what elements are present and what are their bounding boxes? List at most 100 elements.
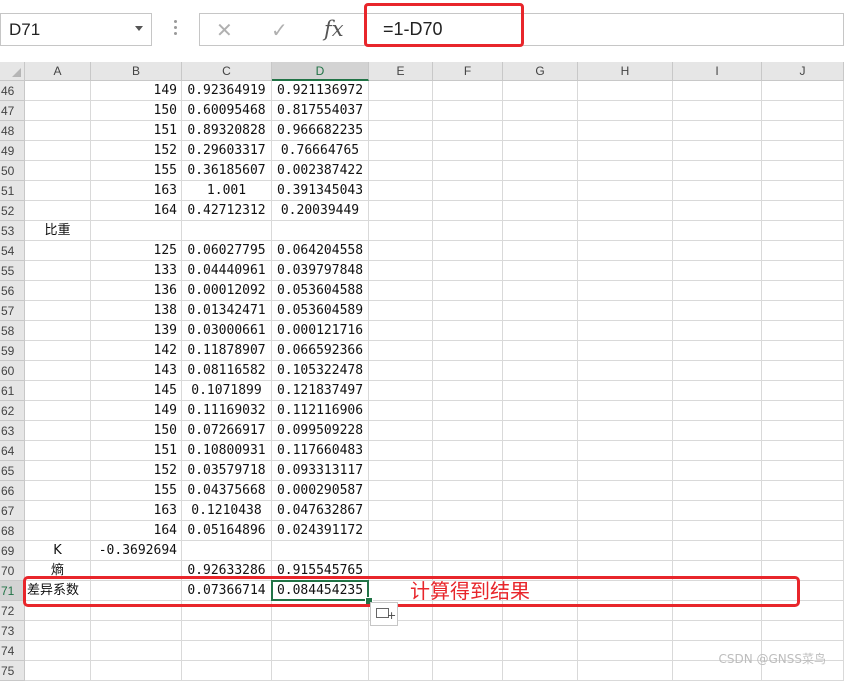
cell-d49[interactable]: 0.76664765	[272, 141, 369, 161]
column-header-g[interactable]: G	[503, 62, 578, 81]
cell-empty[interactable]	[433, 181, 503, 201]
cell-d61[interactable]: 0.121837497	[272, 381, 369, 401]
cell-b49[interactable]: 152	[91, 141, 182, 161]
row-header[interactable]: 70	[0, 561, 25, 581]
cell-empty[interactable]	[369, 121, 433, 141]
cell-empty[interactable]	[503, 401, 578, 421]
row-header[interactable]: 68	[0, 521, 25, 541]
cell-empty[interactable]	[673, 121, 762, 141]
row-header[interactable]: 75	[0, 661, 25, 681]
row-header[interactable]: 61	[0, 381, 25, 401]
cell-empty[interactable]	[503, 361, 578, 381]
cell-c53[interactable]	[182, 221, 272, 241]
cell-d50[interactable]: 0.002387422	[272, 161, 369, 181]
cell-c75[interactable]	[182, 661, 272, 681]
cell-empty[interactable]	[673, 181, 762, 201]
cell-empty[interactable]	[369, 461, 433, 481]
cell-c52[interactable]: 0.42712312	[182, 201, 272, 221]
cell-empty[interactable]	[503, 661, 578, 681]
cell-d66[interactable]: 0.000290587	[272, 481, 369, 501]
cell-a54[interactable]	[25, 241, 91, 261]
cell-b67[interactable]: 163	[91, 501, 182, 521]
cell-empty[interactable]	[673, 301, 762, 321]
cell-empty[interactable]	[762, 81, 844, 101]
cell-b73[interactable]	[91, 621, 182, 641]
cell-empty[interactable]	[673, 261, 762, 281]
cell-empty[interactable]	[578, 381, 673, 401]
cell-empty[interactable]	[762, 221, 844, 241]
row-header[interactable]: 67	[0, 501, 25, 521]
cell-b52[interactable]: 164	[91, 201, 182, 221]
cell-b53[interactable]	[91, 221, 182, 241]
cell-b58[interactable]: 139	[91, 321, 182, 341]
row-header[interactable]: 64	[0, 441, 25, 461]
cell-empty[interactable]	[369, 221, 433, 241]
cell-d75[interactable]	[272, 661, 369, 681]
cell-empty[interactable]	[369, 101, 433, 121]
insert-function-icon[interactable]: fx	[324, 17, 344, 41]
cell-a64[interactable]	[25, 441, 91, 461]
cell-d59[interactable]: 0.066592366	[272, 341, 369, 361]
cell-empty[interactable]	[433, 661, 503, 681]
row-header[interactable]: 56	[0, 281, 25, 301]
cell-c69[interactable]	[182, 541, 272, 561]
cell-empty[interactable]	[433, 241, 503, 261]
row-header[interactable]: 71	[0, 581, 25, 601]
cell-a48[interactable]	[25, 121, 91, 141]
cell-empty[interactable]	[503, 161, 578, 181]
cell-d65[interactable]: 0.093313117	[272, 461, 369, 481]
cell-b61[interactable]: 145	[91, 381, 182, 401]
cell-b65[interactable]: 152	[91, 461, 182, 481]
cell-b60[interactable]: 143	[91, 361, 182, 381]
row-header[interactable]: 65	[0, 461, 25, 481]
cell-empty[interactable]	[433, 381, 503, 401]
cell-a65[interactable]	[25, 461, 91, 481]
cell-empty[interactable]	[369, 641, 433, 661]
cell-empty[interactable]	[578, 501, 673, 521]
cell-empty[interactable]	[762, 541, 844, 561]
row-header[interactable]: 62	[0, 401, 25, 421]
cell-empty[interactable]	[369, 481, 433, 501]
cell-a63[interactable]	[25, 421, 91, 441]
cell-empty[interactable]	[369, 661, 433, 681]
cell-d64[interactable]: 0.117660483	[272, 441, 369, 461]
cell-b75[interactable]	[91, 661, 182, 681]
cell-empty[interactable]	[578, 221, 673, 241]
cell-empty[interactable]	[369, 241, 433, 261]
cell-b63[interactable]: 150	[91, 421, 182, 441]
cell-c59[interactable]: 0.11878907	[182, 341, 272, 361]
cell-empty[interactable]	[503, 261, 578, 281]
row-header[interactable]: 46	[0, 81, 25, 101]
cell-empty[interactable]	[503, 461, 578, 481]
row-header[interactable]: 49	[0, 141, 25, 161]
cell-empty[interactable]	[762, 161, 844, 181]
cell-empty[interactable]	[503, 441, 578, 461]
cell-empty[interactable]	[673, 341, 762, 361]
cell-empty[interactable]	[578, 141, 673, 161]
cell-empty[interactable]	[673, 501, 762, 521]
cell-empty[interactable]	[433, 141, 503, 161]
cell-b74[interactable]	[91, 641, 182, 661]
cell-empty[interactable]	[578, 541, 673, 561]
cell-empty[interactable]	[673, 481, 762, 501]
cell-a52[interactable]	[25, 201, 91, 221]
cell-c54[interactable]: 0.06027795	[182, 241, 272, 261]
cell-c48[interactable]: 0.89320828	[182, 121, 272, 141]
cell-empty[interactable]	[578, 481, 673, 501]
cell-b51[interactable]: 163	[91, 181, 182, 201]
cell-empty[interactable]	[433, 221, 503, 241]
cell-c73[interactable]	[182, 621, 272, 641]
cell-c62[interactable]: 0.11169032	[182, 401, 272, 421]
cell-a67[interactable]	[25, 501, 91, 521]
cell-empty[interactable]	[578, 621, 673, 641]
cell-empty[interactable]	[762, 121, 844, 141]
column-header-i[interactable]: I	[673, 62, 762, 81]
cell-empty[interactable]	[503, 481, 578, 501]
cell-empty[interactable]	[762, 261, 844, 281]
cell-c61[interactable]: 0.1071899	[182, 381, 272, 401]
cell-empty[interactable]	[578, 261, 673, 281]
cell-b62[interactable]: 149	[91, 401, 182, 421]
cell-empty[interactable]	[578, 301, 673, 321]
cell-empty[interactable]	[762, 201, 844, 221]
cell-a56[interactable]	[25, 281, 91, 301]
